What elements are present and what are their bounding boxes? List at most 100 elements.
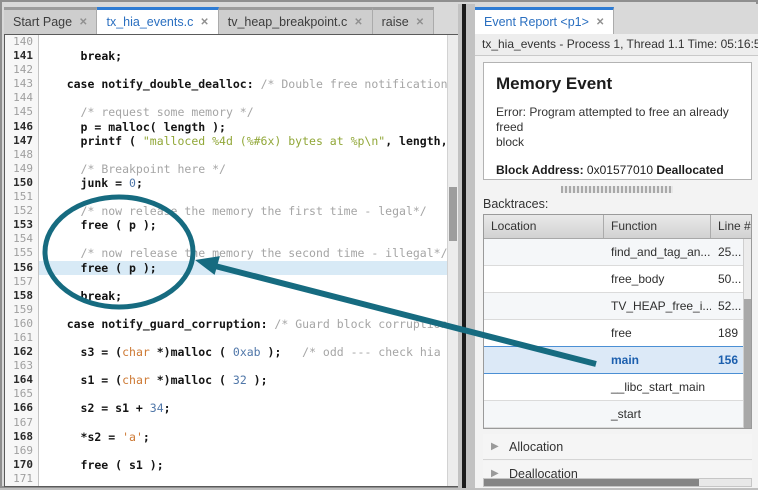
line-number[interactable]: 170 <box>5 458 39 472</box>
code-text[interactable] <box>39 63 447 77</box>
line-number[interactable]: 144 <box>5 91 39 105</box>
line-number[interactable]: 140 <box>5 35 39 49</box>
code-text[interactable]: break; <box>39 49 447 63</box>
code-text[interactable]: case notify_double_dealloc: /* Double fr… <box>39 77 447 91</box>
line-number[interactable]: 159 <box>5 303 39 317</box>
tab-start-page[interactable]: Start Page✕ <box>4 7 97 34</box>
line-number[interactable]: 141 <box>5 49 39 63</box>
column-header-location[interactable]: Location <box>484 215 604 238</box>
code-text[interactable]: free ( p ); <box>39 261 447 275</box>
backtraces-vertical-scrollbar[interactable] <box>743 239 751 428</box>
tab-close-icon[interactable]: ✕ <box>200 17 208 28</box>
code-area[interactable]: 140141 break;142143 case notify_double_d… <box>5 35 447 486</box>
code-text[interactable] <box>39 331 447 345</box>
line-number[interactable]: 143 <box>5 77 39 91</box>
code-editor[interactable]: 140141 break;142143 case notify_double_d… <box>4 34 459 487</box>
line-number[interactable]: 151 <box>5 190 39 204</box>
code-text[interactable] <box>39 359 447 373</box>
line-number[interactable]: 168 <box>5 430 39 444</box>
backtrace-row[interactable]: TV_HEAP_free_i...52... <box>484 293 751 320</box>
code-text[interactable]: s2 = s1 + 34; <box>39 401 447 415</box>
code-text[interactable]: break; <box>39 289 447 303</box>
code-text[interactable]: case notify_guard_corruption: /* Guard b… <box>39 317 447 331</box>
code-text[interactable]: /* request some memory */ <box>39 105 447 119</box>
tab-event-report-p1[interactable]: Event Report <p1>✕ <box>475 7 614 34</box>
code-text[interactable]: /* Breakpoint here */ <box>39 162 447 176</box>
code-text[interactable]: p = malloc( length ); <box>39 120 447 134</box>
code-line: 146 p = malloc( length ); <box>5 120 447 134</box>
line-number[interactable]: 155 <box>5 246 39 260</box>
code-text[interactable] <box>39 190 447 204</box>
line-number[interactable]: 162 <box>5 345 39 359</box>
editor-scrollbar-thumb[interactable] <box>449 187 457 241</box>
backtrace-row[interactable]: find_and_tag_an...25... <box>484 239 751 266</box>
code-text[interactable] <box>39 416 447 430</box>
line-number[interactable]: 169 <box>5 444 39 458</box>
line-number[interactable]: 153 <box>5 218 39 232</box>
code-token: printf ( <box>39 134 143 148</box>
line-number[interactable]: 150 <box>5 176 39 190</box>
line-number[interactable]: 154 <box>5 232 39 246</box>
line-number[interactable]: 166 <box>5 401 39 415</box>
code-text[interactable]: printf ( "malloced %4d (%#6x) bytes at %… <box>39 134 447 148</box>
code-token <box>39 162 81 176</box>
report-horizontal-scrollbar[interactable] <box>483 478 752 487</box>
backtraces-scrollbar-thumb[interactable] <box>744 299 751 429</box>
line-number[interactable]: 163 <box>5 359 39 373</box>
code-text[interactable] <box>39 387 447 401</box>
tab-raise[interactable]: raise✕ <box>373 7 434 34</box>
line-number[interactable]: 158 <box>5 289 39 303</box>
line-number[interactable]: 164 <box>5 373 39 387</box>
code-token: *)malloc ( <box>150 373 233 387</box>
line-number[interactable]: 148 <box>5 148 39 162</box>
line-number[interactable]: 142 <box>5 63 39 77</box>
code-text[interactable] <box>39 91 447 105</box>
code-text[interactable] <box>39 275 447 289</box>
editor-vertical-scrollbar[interactable] <box>447 35 458 486</box>
code-text[interactable]: free ( p ); <box>39 218 447 232</box>
line-number[interactable]: 167 <box>5 416 39 430</box>
tab-tx-hia-events-c[interactable]: tx_hia_events.c✕ <box>97 7 218 34</box>
line-number[interactable]: 149 <box>5 162 39 176</box>
line-number[interactable]: 152 <box>5 204 39 218</box>
code-text[interactable]: s1 = (char *)malloc ( 32 ); <box>39 373 447 387</box>
code-text[interactable]: s3 = (char *)malloc ( 0xab ); /* odd ---… <box>39 345 447 359</box>
backtrace-row[interactable]: _start <box>484 401 751 428</box>
line-number[interactable]: 171 <box>5 472 39 486</box>
pane-splitter[interactable] <box>458 4 475 488</box>
tab-close-icon[interactable]: ✕ <box>79 17 87 28</box>
column-header-function[interactable]: Function <box>604 215 711 238</box>
code-text[interactable] <box>39 303 447 317</box>
tab-close-icon[interactable]: ✕ <box>354 17 362 28</box>
code-text[interactable] <box>39 472 447 486</box>
backtrace-row[interactable]: free189 <box>484 320 751 347</box>
section-allocation[interactable]: ▶Allocation <box>483 434 752 460</box>
line-number[interactable]: 145 <box>5 105 39 119</box>
line-number[interactable]: 165 <box>5 387 39 401</box>
tab-tv-heap-breakpoint-c[interactable]: tv_heap_breakpoint.c✕ <box>219 7 373 34</box>
column-header-line[interactable]: Line # <box>711 215 751 238</box>
code-text[interactable] <box>39 444 447 458</box>
line-number[interactable]: 146 <box>5 120 39 134</box>
line-number[interactable]: 157 <box>5 275 39 289</box>
code-text[interactable]: *s2 = 'a'; <box>39 430 447 444</box>
code-line: 155 /* now release the memory the second… <box>5 246 447 260</box>
backtrace-row[interactable]: main156 <box>484 346 751 374</box>
code-text[interactable]: /* now release the memory the first time… <box>39 204 447 218</box>
report-hscrollbar-thumb[interactable] <box>484 479 699 486</box>
tab-close-icon[interactable]: ✕ <box>596 17 604 28</box>
code-text[interactable] <box>39 148 447 162</box>
line-number[interactable]: 160 <box>5 317 39 331</box>
line-number[interactable]: 161 <box>5 331 39 345</box>
code-text[interactable] <box>39 232 447 246</box>
panel-resize-grip[interactable] <box>561 186 673 193</box>
code-text[interactable]: /* now release the memory the second tim… <box>39 246 447 260</box>
code-text[interactable] <box>39 35 447 49</box>
line-number[interactable]: 147 <box>5 134 39 148</box>
backtrace-row[interactable]: free_body50... <box>484 266 751 293</box>
line-number[interactable]: 156 <box>5 261 39 275</box>
code-text[interactable]: free ( s1 ); <box>39 458 447 472</box>
code-text[interactable]: junk = 0; <box>39 176 447 190</box>
backtrace-row[interactable]: __libc_start_main <box>484 374 751 401</box>
tab-close-icon[interactable]: ✕ <box>416 17 424 28</box>
